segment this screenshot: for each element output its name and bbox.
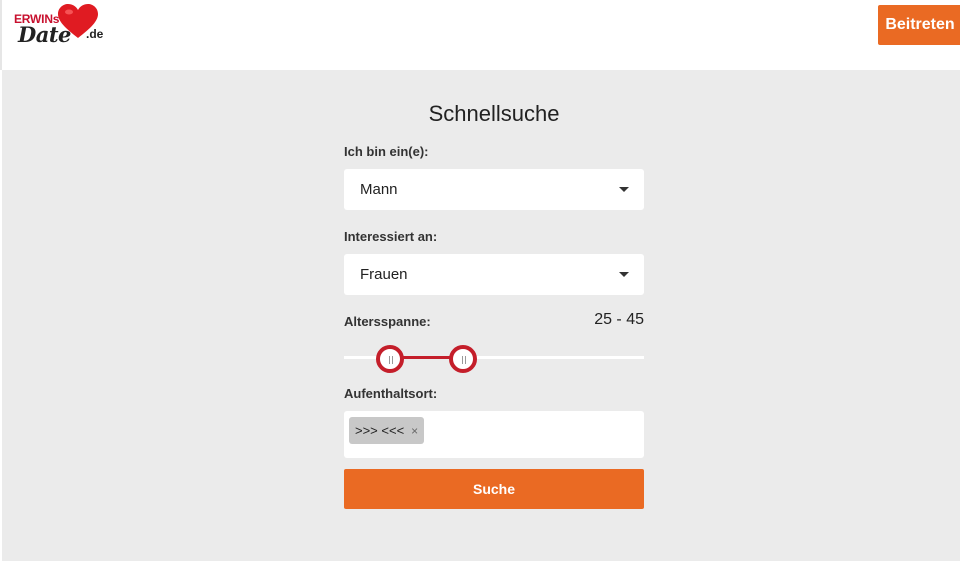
page-title: Schnellsuche [428,101,560,126]
location-input[interactable]: >>> <<< × [344,411,644,458]
slider-handle-max[interactable] [449,345,477,373]
slider-handle-min[interactable] [376,345,404,373]
gender-select-value: Mann [360,181,398,198]
site-header: ERWINs Date .de Beitreten [0,0,960,70]
age-range-slider[interactable] [344,345,644,373]
chevron-down-icon [619,187,629,192]
interest-select-value: Frauen [360,266,408,283]
interest-label: Interessiert an: [344,229,438,244]
grip-icon [389,356,393,364]
grip-icon [462,356,466,364]
interest-select[interactable]: Frauen [344,254,644,295]
site-logo[interactable]: ERWINs Date .de [12,4,112,48]
search-button[interactable]: Suche [344,469,644,509]
join-button[interactable]: Beitreten [878,5,960,45]
age-range-value: 25 - 45 [594,311,644,328]
age-range-label: Altersspanne: [344,314,431,329]
location-tag-text: >>> <<< [355,423,405,438]
gender-select[interactable]: Mann [344,169,644,210]
location-tag: >>> <<< × [349,417,425,444]
gender-label: Ich bin ein(e): [344,144,429,159]
logo-word-date: Date [18,22,71,47]
chevron-down-icon [619,272,629,277]
location-label: Aufenthaltsort: [344,386,438,401]
remove-tag-icon[interactable]: × [411,424,418,438]
logo-tld: .de [86,27,104,41]
